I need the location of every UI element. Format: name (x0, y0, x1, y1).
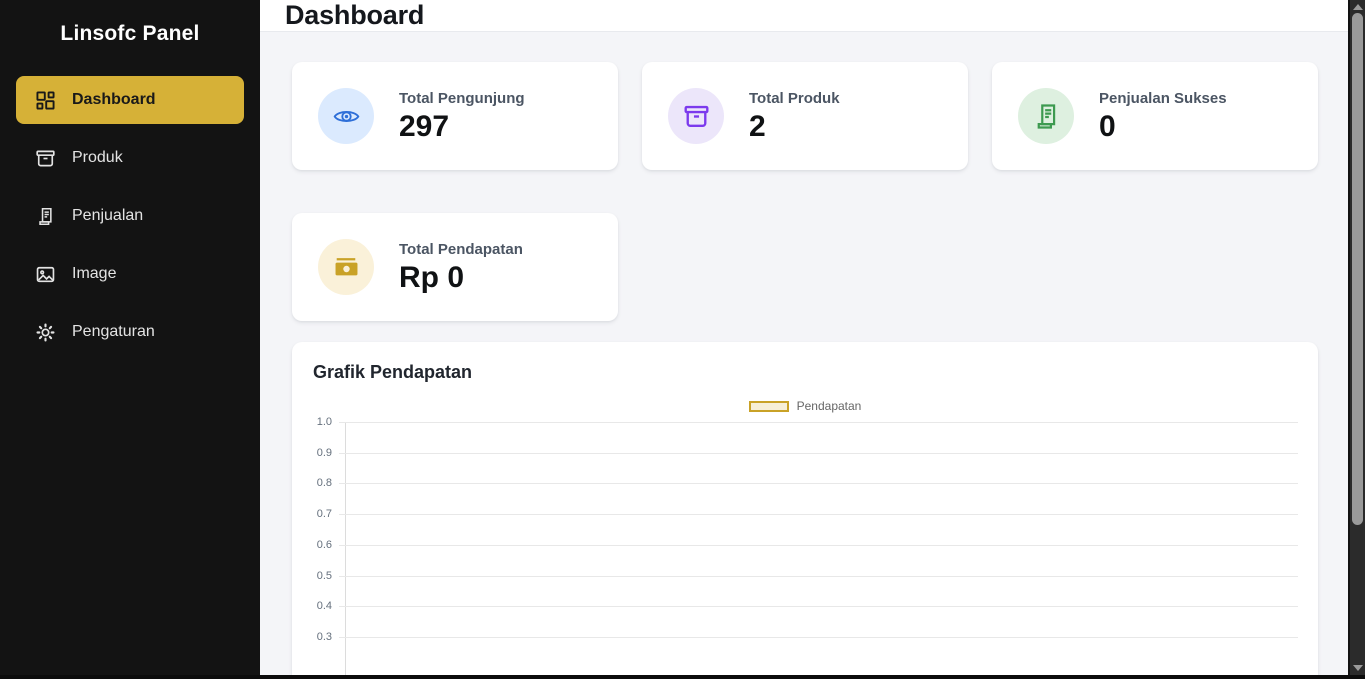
gridline (339, 606, 1298, 607)
gridline (339, 422, 1298, 423)
stats-grid: Total Pengunjung 297 Total Produk (292, 62, 1318, 321)
chart-title: Grafik Pendapatan (292, 362, 1318, 383)
stat-card-total-pengunjung: Total Pengunjung 297 (292, 62, 618, 170)
window-bottom-edge (0, 675, 1365, 679)
sidebar-item-pengaturan[interactable]: Pengaturan (16, 308, 244, 356)
stat-card-total-produk: Total Produk 2 (642, 62, 968, 170)
stat-label: Penjualan Sukses (1099, 90, 1227, 107)
gridline (339, 514, 1298, 515)
stat-card-total-pendapatan: Total Pendapatan Rp 0 (292, 213, 618, 321)
content: Total Pengunjung 297 Total Produk (260, 32, 1348, 679)
sidebar: Linsofc Panel Dashboard (0, 0, 260, 679)
stat-value: Rp 0 (399, 262, 523, 294)
image-icon (36, 265, 55, 284)
y-tick-label: 0.9 (312, 447, 332, 459)
vertical-scrollbar[interactable] (1348, 0, 1365, 679)
sidebar-item-dashboard[interactable]: Dashboard (16, 76, 244, 124)
chart-legend-item[interactable]: Pendapatan (292, 399, 1318, 413)
stat-label: Total Produk (749, 90, 840, 107)
stat-card-penjualan-sukses: Penjualan Sukses 0 (992, 62, 1318, 170)
y-tick-label: 1.0 (312, 416, 332, 428)
stat-value: 0 (1099, 111, 1227, 143)
y-axis-line (345, 422, 346, 677)
main-area: Dashboard Total Pengunjung 297 (260, 0, 1348, 679)
chart-card: Grafik Pendapatan Pendapatan 1.0 0.9 0.8 0.… (292, 342, 1318, 679)
receipt-icon (1018, 88, 1074, 144)
sidebar-item-label: Produk (72, 149, 123, 167)
dashboard-icon (36, 91, 55, 110)
sidebar-item-label: Pengaturan (72, 323, 155, 341)
y-tick-label: 0.7 (312, 508, 332, 520)
stat-value: 297 (399, 111, 525, 143)
scrollbar-thumb[interactable] (1352, 13, 1363, 525)
gridline (339, 637, 1298, 638)
archive-icon (668, 88, 724, 144)
archive-icon (36, 149, 55, 168)
gridline (339, 453, 1298, 454)
page-header: Dashboard (260, 0, 1348, 32)
sidebar-item-image[interactable]: Image (16, 250, 244, 298)
stat-label: Total Pengunjung (399, 90, 525, 107)
sidebar-item-label: Dashboard (72, 91, 156, 109)
app-window: Linsofc Panel Dashboard (0, 0, 1365, 679)
gridline (339, 483, 1298, 484)
y-tick-label: 0.3 (312, 631, 332, 643)
sidebar-item-label: Image (72, 265, 116, 283)
y-tick-label: 0.4 (312, 600, 332, 612)
stat-value: 2 (749, 111, 840, 143)
y-tick-label: 0.8 (312, 477, 332, 489)
sidebar-nav: Dashboard Produk (0, 76, 260, 356)
sidebar-item-produk[interactable]: Produk (16, 134, 244, 182)
legend-swatch (749, 401, 789, 412)
sidebar-item-penjualan[interactable]: Penjualan (16, 192, 244, 240)
gridline (339, 545, 1298, 546)
legend-label: Pendapatan (797, 399, 862, 413)
page-title: Dashboard (285, 0, 424, 31)
gear-icon (36, 323, 55, 342)
stat-label: Total Pendapatan (399, 241, 523, 258)
cash-icon (318, 239, 374, 295)
scrollbar-down-arrow-icon[interactable] (1353, 665, 1363, 671)
y-tick-label: 0.5 (312, 570, 332, 582)
sidebar-item-label: Penjualan (72, 207, 143, 225)
gridline (339, 576, 1298, 577)
chart-plot-area: 1.00.90.80.70.60.50.40.3 (312, 422, 1298, 657)
receipt-icon (36, 207, 55, 226)
brand-title: Linsofc Panel (0, 22, 260, 46)
scrollbar-up-arrow-icon[interactable] (1353, 4, 1363, 10)
y-tick-label: 0.6 (312, 539, 332, 551)
eye-icon (318, 88, 374, 144)
